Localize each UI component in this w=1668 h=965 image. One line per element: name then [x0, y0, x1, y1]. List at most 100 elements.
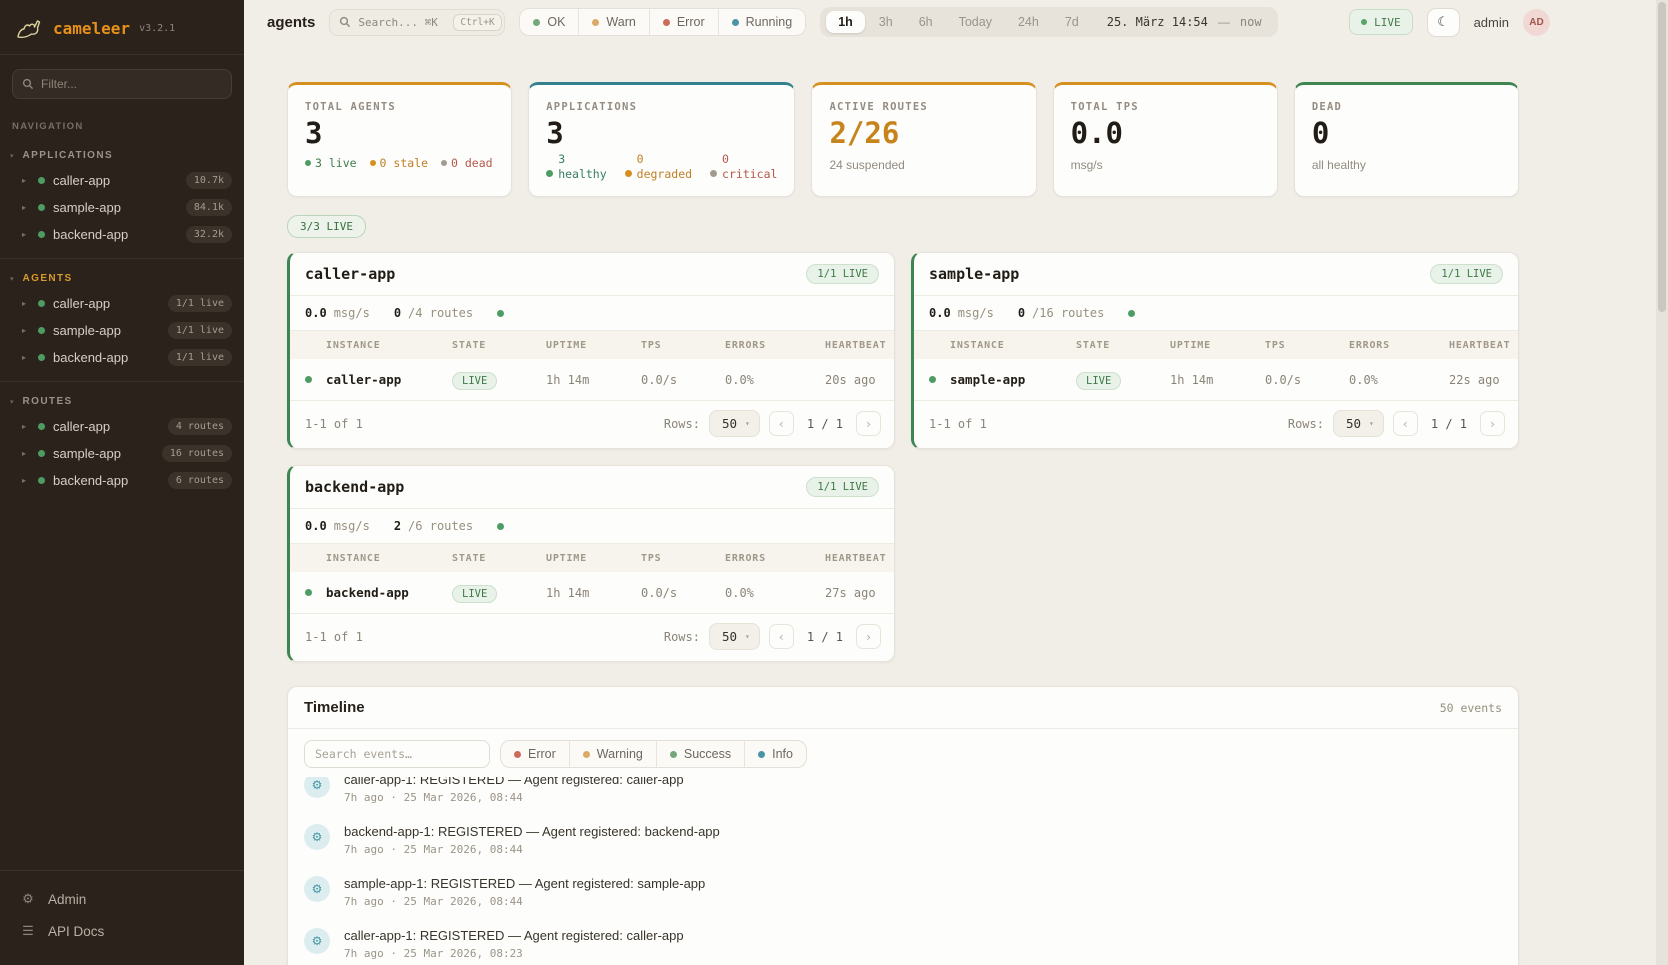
section-header-applications[interactable]: ▾ APPLICATIONS — [0, 144, 244, 167]
status-dot — [38, 423, 45, 430]
state-badge: LIVE — [1076, 372, 1121, 390]
chevron-right-icon: ▸ — [22, 353, 30, 362]
section-label: ROUTES — [23, 396, 73, 407]
sidebar-item-applications-sample-app[interactable]: ▸ sample-app 84.1k — [0, 194, 244, 221]
shortcut-kbd: Ctrl+K — [453, 14, 501, 31]
cell-tps: 0.0/s — [641, 586, 725, 600]
range-separator: — — [1218, 15, 1230, 29]
sidebar-item-applications-caller-app[interactable]: ▸ caller-app 10.7k — [0, 167, 244, 194]
sidebar-section-applications: ▾ APPLICATIONS ▸ caller-app 10.7k ▸ samp… — [0, 136, 244, 258]
filter-label: Error — [528, 747, 556, 761]
event-title: sample-app-1: REGISTERED — Agent registe… — [344, 876, 705, 891]
chevron-right-icon: ▸ — [22, 230, 30, 239]
avatar[interactable]: AD — [1523, 9, 1550, 36]
range-start-label[interactable]: 25. März 14:54 — [1093, 15, 1216, 29]
timeline-filter-error[interactable]: Error — [501, 741, 569, 767]
app-tps-unit: msg/s — [958, 306, 994, 320]
next-page-button[interactable]: › — [856, 624, 881, 649]
sidebar-item-api-docs[interactable]: ☰ API Docs — [0, 915, 244, 947]
stat-sub: healthy — [558, 167, 606, 181]
table-row[interactable]: sample-app LIVE 1h 14m 0.0/s 0.0% 22s ag… — [914, 359, 1518, 401]
item-label: caller-app — [53, 419, 160, 434]
stat-value: 3 — [305, 118, 494, 148]
range-1h[interactable]: 1h — [826, 11, 865, 33]
global-search[interactable]: Ctrl+K — [329, 9, 505, 36]
timeline-event[interactable]: ⚙ sample-app-1: REGISTERED — Agent regis… — [304, 866, 1502, 918]
range-today[interactable]: Today — [947, 11, 1004, 33]
range-3h[interactable]: 3h — [867, 11, 905, 33]
chevron-right-icon: ▸ — [22, 203, 30, 212]
app-title: caller-app — [305, 265, 395, 283]
filter-running[interactable]: Running — [718, 9, 806, 35]
col-tps: TPS — [641, 553, 725, 564]
sidebar-item-routes-caller-app[interactable]: ▸ caller-app 4 routes — [0, 413, 244, 440]
prev-page-button[interactable]: ‹ — [769, 624, 794, 649]
cell-heartbeat: 22s ago — [1449, 373, 1518, 387]
item-badge: 32.2k — [186, 226, 232, 243]
app-live-badge: 1/1 LIVE — [806, 264, 879, 284]
sidebar-item-routes-backend-app[interactable]: ▸ backend-app 6 routes — [0, 467, 244, 494]
chevron-left-icon: ‹ — [1402, 417, 1409, 431]
rows-per-page-select[interactable]: 50 ▾ — [1333, 410, 1384, 437]
timeline-event[interactable]: ⚙ caller-app-1: REGISTERED — Agent regis… — [304, 777, 1502, 814]
sidebar-filter[interactable] — [12, 69, 232, 99]
stat-card-total-tps: TOTAL TPS 0.0 msg/s — [1053, 82, 1278, 197]
sidebar-item-agents-sample-app[interactable]: ▸ sample-app 1/1 live — [0, 317, 244, 344]
live-status-badge[interactable]: LIVE — [1349, 9, 1413, 35]
filter-input[interactable] — [41, 77, 222, 91]
rows-per-page-select[interactable]: 50 ▾ — [709, 623, 760, 650]
theme-toggle-button[interactable]: ☾ — [1427, 8, 1460, 37]
timeline-filter-info[interactable]: Info — [744, 741, 806, 767]
status-dot — [38, 300, 45, 307]
range-end-label[interactable]: now — [1232, 15, 1272, 29]
stat-sub: degraded — [637, 167, 692, 181]
app-tps-unit: msg/s — [334, 306, 370, 320]
error-dot — [663, 19, 670, 26]
sidebar-item-agents-backend-app[interactable]: ▸ backend-app 1/1 live — [0, 344, 244, 371]
range-6h[interactable]: 6h — [907, 11, 945, 33]
rows-per-page-select[interactable]: 50 ▾ — [709, 410, 760, 437]
item-badge: 6 routes — [168, 472, 232, 489]
filter-warn[interactable]: Warn — [578, 9, 648, 35]
main-area: agents Ctrl+K OK Warn — [244, 0, 1668, 965]
timeline-event[interactable]: ⚙ caller-app-1: REGISTERED — Agent regis… — [304, 918, 1502, 965]
search-input[interactable] — [358, 16, 446, 29]
prev-page-button[interactable]: ‹ — [769, 411, 794, 436]
page-title: agents — [267, 14, 315, 31]
next-page-button[interactable]: › — [1480, 411, 1505, 436]
table-row[interactable]: caller-app LIVE 1h 14m 0.0/s 0.0% 20s ag… — [290, 359, 894, 401]
timeline-filter-success[interactable]: Success — [656, 741, 744, 767]
chevron-down-icon: ▾ — [10, 275, 14, 283]
timeline-event[interactable]: ⚙ backend-app-1: REGISTERED — Agent regi… — [304, 814, 1502, 866]
sidebar-item-routes-sample-app[interactable]: ▸ sample-app 16 routes — [0, 440, 244, 467]
section-header-routes[interactable]: ▾ ROUTES — [0, 390, 244, 413]
sidebar-item-agents-caller-app[interactable]: ▸ caller-app 1/1 live — [0, 290, 244, 317]
app-health-dot — [1128, 310, 1135, 317]
range-24h[interactable]: 24h — [1006, 11, 1051, 33]
item-label: backend-app — [53, 473, 160, 488]
range-7d[interactable]: 7d — [1053, 11, 1091, 33]
chevron-down-icon: ▾ — [10, 152, 14, 160]
status-dot — [38, 477, 45, 484]
timeline-search-input[interactable] — [304, 740, 490, 768]
search-icon — [339, 16, 351, 28]
brand-header: cameleer v3.2.1 — [0, 0, 244, 55]
table-row[interactable]: backend-app LIVE 1h 14m 0.0/s 0.0% 27s a… — [290, 572, 894, 614]
status-dot — [38, 327, 45, 334]
scrollbar-thumb[interactable] — [1658, 2, 1666, 312]
app-root: cameleer v3.2.1 NAVIGATION ▾ APPLICATION… — [0, 0, 1668, 965]
sidebar-item-applications-backend-app[interactable]: ▸ backend-app 32.2k — [0, 221, 244, 248]
chevron-down-icon: ▾ — [745, 632, 750, 641]
error-dot — [514, 751, 521, 758]
filter-ok[interactable]: OK — [520, 9, 578, 35]
chevron-right-icon: › — [1489, 417, 1496, 431]
filter-error[interactable]: Error — [649, 9, 718, 35]
prev-page-button[interactable]: ‹ — [1393, 411, 1418, 436]
item-label: sample-app — [53, 446, 154, 461]
stat-value: 0 — [1312, 118, 1501, 148]
next-page-button[interactable]: › — [856, 411, 881, 436]
timeline-filter-warning[interactable]: Warning — [569, 741, 656, 767]
section-header-agents[interactable]: ▾ AGENTS — [0, 267, 244, 290]
sidebar-item-admin[interactable]: ⚙ Admin — [0, 883, 244, 915]
event-time: 7h ago · 25 Mar 2026, 08:44 — [344, 895, 705, 908]
